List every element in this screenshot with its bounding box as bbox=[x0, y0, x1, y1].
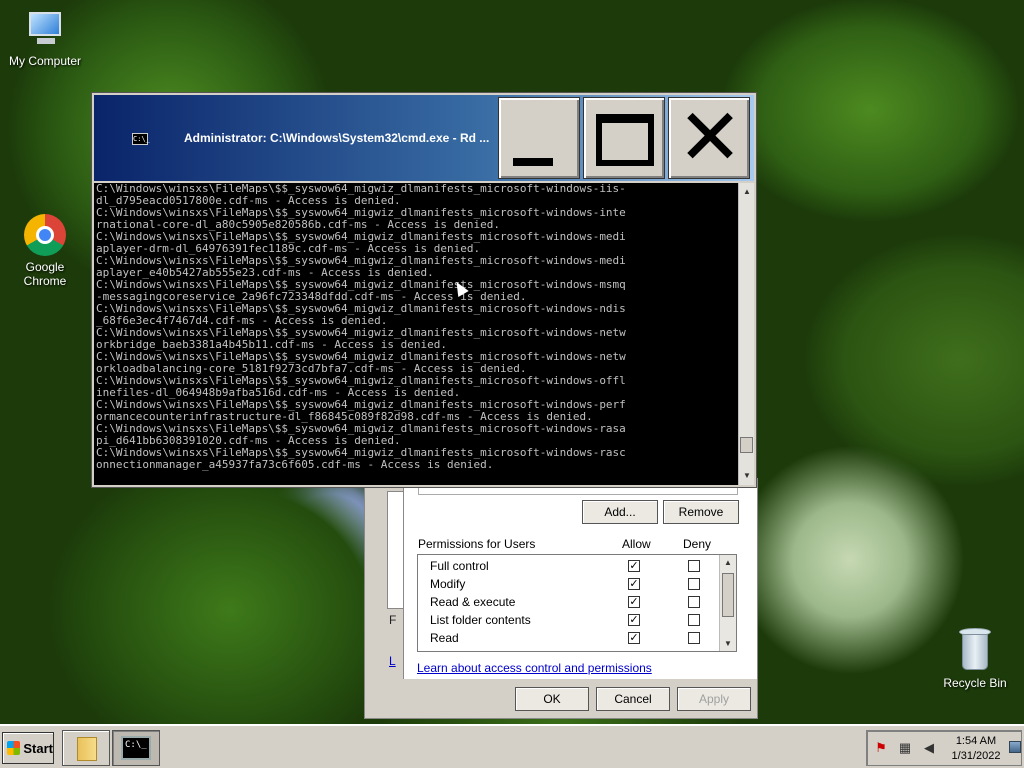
deny-checkbox[interactable] bbox=[688, 614, 700, 626]
folder-icon bbox=[77, 737, 97, 761]
permissions-scrollbar[interactable]: ▲ ▼ bbox=[719, 555, 736, 651]
action-center-icon[interactable]: ⚑ bbox=[873, 741, 889, 755]
desktop-icon-google-chrome[interactable]: Google Chrome bbox=[5, 214, 85, 288]
dialog-side-link[interactable]: L bbox=[389, 654, 396, 668]
permission-row: Full control ✓ bbox=[418, 557, 720, 575]
group-list-left-edge bbox=[387, 491, 403, 609]
deny-checkbox[interactable] bbox=[688, 578, 700, 590]
computer-icon bbox=[23, 10, 67, 50]
apply-button[interactable]: Apply bbox=[677, 687, 751, 711]
security-properties-dialog: F L Add... Remove Permissions for Users … bbox=[364, 478, 758, 719]
scroll-down-icon[interactable]: ▼ bbox=[743, 471, 751, 480]
allow-checkbox[interactable]: ✓ bbox=[628, 560, 640, 572]
console-output[interactable]: C:\Windows\winsxs\FileMaps\$$_syswow64_m… bbox=[94, 183, 738, 485]
clock-time: 1:54 AM bbox=[955, 735, 997, 747]
learn-permissions-link[interactable]: Learn about access control and permissio… bbox=[417, 661, 652, 675]
permission-name: Read & execute bbox=[430, 595, 516, 609]
allow-checkbox[interactable]: ✓ bbox=[628, 596, 640, 608]
scrollbar-thumb[interactable] bbox=[740, 437, 753, 453]
minimize-icon bbox=[513, 158, 553, 166]
close-button[interactable]: ✕ bbox=[668, 97, 750, 179]
add-button[interactable]: Add... bbox=[582, 500, 658, 524]
maximize-button[interactable] bbox=[583, 97, 665, 179]
maximize-icon bbox=[596, 114, 654, 166]
close-icon: ✕ bbox=[677, 93, 743, 183]
start-button[interactable]: Start bbox=[2, 732, 54, 764]
cmd-window: C:\_ Administrator: C:\Windows\System32\… bbox=[91, 92, 757, 488]
cmd-window-icon[interactable]: C:\_ bbox=[132, 133, 150, 145]
cancel-button[interactable]: Cancel bbox=[596, 687, 670, 711]
clock-date: 1/31/2022 bbox=[951, 750, 1001, 762]
scroll-up-icon[interactable]: ▲ bbox=[724, 558, 732, 567]
console-line: onnectionmanager_a45937fa73c6f605.cdf-ms… bbox=[96, 458, 494, 471]
allow-header: Allow bbox=[622, 537, 651, 551]
allow-checkbox[interactable]: ✓ bbox=[628, 578, 640, 590]
taskbar-explorer-button[interactable] bbox=[62, 730, 110, 766]
permission-name: List folder contents bbox=[430, 613, 531, 627]
permissions-header: Permissions for Users bbox=[418, 537, 536, 551]
desktop-icon-label: Google Chrome bbox=[23, 260, 67, 288]
taskbar: Start C:\_ ⚑ ▦ ◀ 1:54 AM 1/31/2022 bbox=[0, 724, 1024, 768]
desktop-icon-recycle-bin[interactable]: Recycle Bin bbox=[935, 626, 1015, 690]
scroll-up-icon[interactable]: ▲ bbox=[743, 187, 751, 196]
taskbar-cmd-button[interactable]: C:\_ bbox=[112, 730, 160, 766]
deny-checkbox[interactable] bbox=[688, 560, 700, 572]
deny-header: Deny bbox=[683, 537, 712, 551]
network-icon[interactable]: ▦ bbox=[897, 741, 913, 755]
allow-checkbox[interactable]: ✓ bbox=[628, 614, 640, 626]
permission-row: Read ✓ bbox=[418, 629, 720, 647]
permission-row: List folder contents ✓ bbox=[418, 611, 720, 629]
desktop-icon-my-computer[interactable]: My Computer bbox=[5, 10, 85, 68]
desktop-icon-label: My Computer bbox=[8, 54, 82, 68]
permission-name: Read bbox=[430, 631, 459, 645]
chrome-icon bbox=[24, 214, 66, 256]
permission-row: Modify ✓ bbox=[418, 575, 720, 593]
ok-button[interactable]: OK bbox=[515, 687, 589, 711]
recycle-bin-icon bbox=[957, 626, 993, 672]
permission-name: Modify bbox=[430, 577, 466, 591]
show-desktop-icon[interactable] bbox=[1009, 741, 1021, 753]
cmd-window-title: Administrator: C:\Windows\System32\cmd.e… bbox=[184, 131, 490, 145]
clock[interactable]: 1:54 AM 1/31/2022 bbox=[943, 734, 1009, 764]
console-scrollbar[interactable]: ▲ ▼ bbox=[738, 183, 754, 485]
system-tray: ⚑ ▦ ◀ 1:54 AM 1/31/2022 bbox=[866, 730, 1022, 766]
permission-name: Full control bbox=[430, 559, 489, 573]
scrollbar-thumb[interactable] bbox=[722, 573, 734, 617]
cmd-icon: C:\_ bbox=[121, 736, 151, 760]
scroll-down-icon[interactable]: ▼ bbox=[724, 639, 732, 648]
deny-checkbox[interactable] bbox=[688, 596, 700, 608]
deny-checkbox[interactable] bbox=[688, 632, 700, 644]
remove-button[interactable]: Remove bbox=[663, 500, 739, 524]
minimize-button[interactable] bbox=[498, 97, 580, 179]
permission-row: Read & execute ✓ bbox=[418, 593, 720, 611]
allow-checkbox[interactable]: ✓ bbox=[628, 632, 640, 644]
desktop-icon-label: Recycle Bin bbox=[943, 676, 1007, 690]
start-label: Start bbox=[23, 740, 53, 756]
windows-logo-icon bbox=[7, 741, 21, 755]
permissions-list: Full control ✓ Modify ✓ Read & execute ✓… bbox=[417, 554, 737, 652]
volume-icon[interactable]: ◀ bbox=[921, 741, 937, 755]
dialog-side-text: F bbox=[389, 613, 397, 627]
